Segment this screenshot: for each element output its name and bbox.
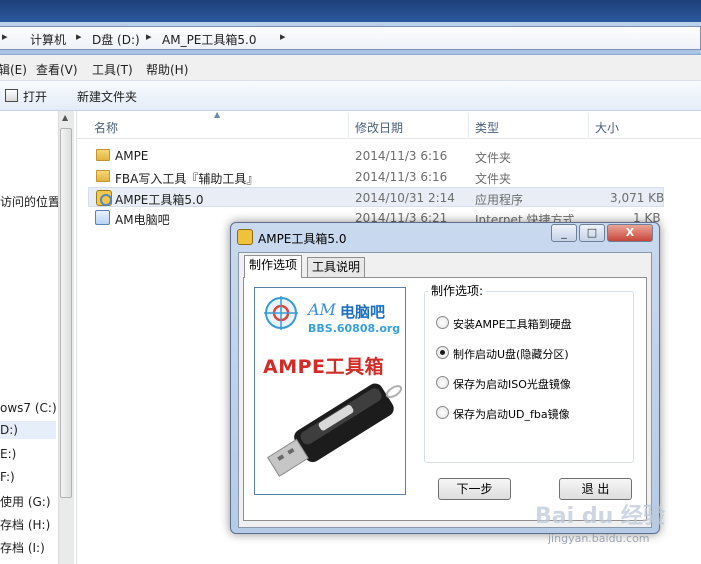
column-divider[interactable] bbox=[588, 113, 589, 137]
file-row[interactable]: AMPE 2014/11/3 6:16 文件夹 bbox=[88, 146, 664, 166]
option-label[interactable]: 安装AMPE工具箱到硬盘 bbox=[453, 316, 572, 332]
menu-help[interactable]: 帮助(H) bbox=[146, 61, 188, 78]
nav-drive-f[interactable]: F:) bbox=[0, 470, 15, 484]
breadcrumb-computer[interactable]: 计算机 bbox=[30, 31, 66, 48]
baidu-watermark-url: jingyan.baidu.com bbox=[548, 532, 650, 545]
file-row[interactable]: FBA写入工具『辅助工具』 2014/11/3 6:16 文件夹 bbox=[88, 167, 664, 187]
option-label[interactable]: 保存为启动ISO光盘镜像 bbox=[453, 376, 571, 392]
brand-url: BBS.60808.org bbox=[308, 322, 401, 335]
dialog-title: AMPE工具箱5.0 bbox=[258, 232, 347, 246]
minimize-button[interactable]: _ bbox=[551, 224, 577, 242]
chevron-right-icon[interactable]: ▸ bbox=[146, 30, 152, 43]
folder-icon bbox=[96, 149, 110, 161]
file-name: AMPE工具箱5.0 bbox=[115, 193, 204, 207]
nav-drive-g[interactable]: 使用 (G:) bbox=[0, 493, 51, 510]
menu-bar: 辑(E) 查看(V) 工具(T) 帮助(H) bbox=[0, 55, 701, 81]
pane-divider[interactable] bbox=[76, 111, 77, 564]
column-size[interactable]: 大小 bbox=[595, 119, 619, 136]
open-icon bbox=[5, 89, 18, 102]
maximize-button[interactable]: □ bbox=[579, 224, 605, 242]
brand-title: AMPE工具箱 bbox=[263, 356, 385, 378]
menu-view[interactable]: 查看(V) bbox=[36, 61, 78, 78]
nav-drive-h[interactable]: 存档 (H:) bbox=[0, 516, 50, 533]
file-row[interactable]: AMPE工具箱5.0 2014/10/31 2:14 应用程序 3,071 KB bbox=[88, 187, 664, 207]
radio-save-ud[interactable] bbox=[436, 406, 449, 419]
chevron-right-icon[interactable]: ▸ bbox=[280, 30, 286, 43]
file-size: 3,071 KB bbox=[610, 191, 665, 205]
breadcrumb-d-drive[interactable]: D盘 (D:) bbox=[92, 31, 140, 48]
nav-drive-e[interactable]: E:) bbox=[0, 447, 16, 461]
file-type: 应用程序 bbox=[475, 193, 524, 207]
nav-drive-c[interactable]: ows7 (C:) bbox=[0, 401, 57, 415]
tab-make-options[interactable]: 制作选项 bbox=[244, 255, 303, 278]
nav-recent-places[interactable]: 访问的位置 bbox=[0, 193, 60, 210]
file-name: AMPE bbox=[115, 149, 149, 163]
new-folder-button[interactable]: 新建文件夹 bbox=[77, 88, 137, 105]
app-icon bbox=[237, 229, 253, 245]
chevron-right-icon[interactable]: ▸ bbox=[2, 30, 8, 43]
option-label[interactable]: 保存为启动UD_fba镜像 bbox=[453, 406, 570, 422]
folder-icon bbox=[96, 170, 110, 182]
file-type: 文件夹 bbox=[475, 172, 512, 186]
file-date: 2014/10/31 2:14 bbox=[355, 191, 455, 205]
brand-image: AM 电脑吧 BBS.60808.org AMPE工具箱 bbox=[254, 287, 406, 495]
close-button[interactable]: X bbox=[607, 224, 653, 242]
brand-name: 电脑吧 bbox=[340, 303, 386, 321]
address-bar-row: ▸ 计算机 ▸ D盘 (D:) ▸ AM_PE工具箱5.0 ▸ bbox=[0, 22, 701, 55]
ampe-dialog: AMPE工具箱5.0 _ □ X 制作选项 工具说明 AM 电脑吧 BBS.60… bbox=[230, 222, 660, 534]
brand-am: AM bbox=[308, 300, 336, 319]
radio-make-usb[interactable] bbox=[436, 346, 449, 359]
column-header-row: ▲ 名称 修改日期 类型 大小 bbox=[77, 110, 701, 139]
nav-drive-i[interactable]: 存档 (I:) bbox=[0, 539, 45, 556]
breadcrumb-folder[interactable]: AM_PE工具箱5.0 bbox=[162, 31, 256, 48]
sort-arrow-icon: ▲ bbox=[214, 110, 221, 119]
options-legend: 制作选项: bbox=[428, 282, 487, 299]
menu-tools[interactable]: 工具(T) bbox=[92, 61, 133, 78]
address-bar[interactable]: ▸ 计算机 ▸ D盘 (D:) ▸ AM_PE工具箱5.0 ▸ bbox=[0, 26, 701, 50]
scroll-up-icon[interactable]: ▲ bbox=[62, 113, 68, 122]
column-name[interactable]: 名称 bbox=[94, 119, 118, 136]
baidu-watermark: Bai du 经验 bbox=[535, 504, 665, 529]
radio-install-hdd[interactable] bbox=[436, 316, 449, 329]
column-type[interactable]: 类型 bbox=[475, 119, 499, 136]
dialog-client-area: 制作选项 工具说明 AM 电脑吧 BBS.60808.org AMPE工具箱 制… bbox=[238, 252, 652, 528]
usb-drive-icon bbox=[267, 383, 403, 477]
next-button[interactable]: 下一步 bbox=[438, 478, 511, 500]
file-date: 2014/11/3 6:16 bbox=[355, 170, 448, 184]
option-label[interactable]: 制作启动U盘(隐藏分区) bbox=[453, 346, 569, 362]
app-icon bbox=[96, 190, 112, 206]
menu-edit[interactable]: 辑(E) bbox=[0, 61, 27, 78]
file-name: AM电脑吧 bbox=[115, 213, 170, 227]
nav-scrollbar-thumb[interactable] bbox=[60, 128, 72, 498]
file-date: 2014/11/3 6:16 bbox=[355, 149, 448, 163]
column-divider[interactable] bbox=[348, 113, 349, 137]
column-date[interactable]: 修改日期 bbox=[355, 119, 403, 136]
nav-drive-d[interactable]: D:) bbox=[0, 421, 56, 439]
tab-panel: AM 电脑吧 BBS.60808.org AMPE工具箱 制作选项: 安装AMP… bbox=[243, 277, 647, 521]
window-title-bar bbox=[0, 0, 701, 22]
open-button[interactable]: 打开 bbox=[23, 88, 47, 105]
file-name: FBA写入工具『辅助工具』 bbox=[115, 172, 259, 186]
exit-button[interactable]: 退 出 bbox=[559, 478, 632, 500]
column-divider[interactable] bbox=[468, 113, 469, 137]
tab-tool-help[interactable]: 工具说明 bbox=[307, 257, 366, 277]
link-icon bbox=[95, 210, 110, 225]
command-bar: 打开 新建文件夹 bbox=[0, 81, 701, 111]
file-type: 文件夹 bbox=[475, 151, 512, 165]
chevron-right-icon[interactable]: ▸ bbox=[76, 30, 82, 43]
radio-save-iso[interactable] bbox=[436, 376, 449, 389]
